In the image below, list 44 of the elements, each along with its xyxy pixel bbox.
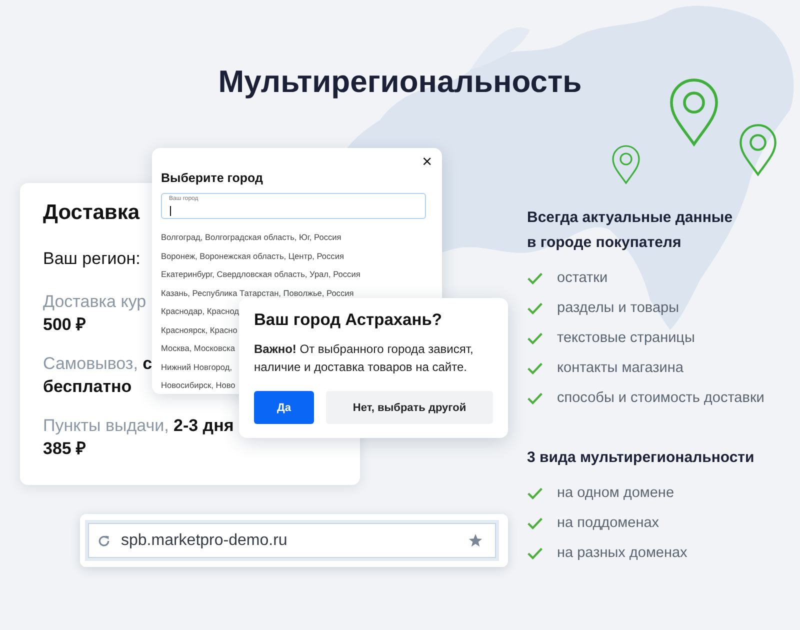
popup-title: Выберите город: [161, 171, 264, 185]
address-field[interactable]: spb.marketpro-demo.ru: [88, 523, 496, 558]
close-button[interactable]: ×: [422, 152, 432, 172]
check-icon: [527, 302, 543, 314]
feature-text: контакты магазина: [557, 360, 684, 376]
region-label: Ваш регион:: [43, 249, 140, 269]
check-icon: [527, 516, 543, 530]
city-option[interactable]: Волгоград, Волгоградская область, Юг, Россия: [161, 228, 442, 246]
feature-text: разделы и товары: [557, 300, 680, 316]
star-icon: [468, 533, 483, 548]
feature-text: на поддоменах: [557, 515, 660, 531]
page-title: Мультирегиональность: [217, 64, 583, 100]
check-icon: [527, 486, 543, 500]
check-icon: [527, 392, 543, 404]
check-icon: [527, 332, 543, 344]
section-heading: 3 вида мультирегиональности: [527, 448, 756, 468]
feature-text: текстовые страницы: [557, 330, 695, 346]
delivery-price: 500 ₽: [43, 314, 86, 336]
check-icon: [527, 362, 543, 374]
check-icon: [527, 546, 543, 560]
reload-icon: [97, 534, 111, 548]
location-pin-icon: [611, 145, 641, 185]
feature-text: способы и стоимость доставки: [557, 390, 764, 406]
url-text: spb.marketpro-demo.ru: [121, 532, 288, 550]
city-option[interactable]: Воронеж, Воронежская область, Центр, Россия: [161, 246, 442, 265]
card-title: Доставка: [43, 201, 140, 225]
delivery-price: бесплатно: [43, 376, 132, 398]
popup-text: Важно! От выбранного города зависят, наличие и доставка товаров на сайте.: [254, 341, 474, 376]
location-pin-icon: [738, 123, 778, 178]
confirm-button[interactable]: Да: [254, 391, 314, 424]
feature-text: на одном домене: [557, 485, 674, 501]
check-icon: [527, 272, 543, 284]
section-heading: Всегда актуальные данные в городе покупателя: [527, 208, 734, 253]
choose-other-button[interactable]: Нет, выбрать другой: [326, 391, 493, 424]
delivery-option: Пункты выдачи, 2-3 дня: [43, 415, 234, 437]
popup-title: Ваш город Астрахань?: [254, 311, 443, 330]
delivery-price: 385 ₽: [43, 438, 86, 460]
delivery-option: Самовывоз, с: [43, 353, 152, 375]
feature-text: на разных доменах: [557, 545, 688, 561]
feature-text: остатки: [557, 270, 608, 286]
city-option[interactable]: Казань, Республика Татарстан, Поволжье, Россия: [161, 284, 442, 302]
delivery-option: Доставка кур: [43, 291, 146, 313]
city-option[interactable]: Екатеринбург, Свердловская область, Урал, Россия: [161, 265, 442, 284]
location-pin-icon: [668, 78, 720, 148]
